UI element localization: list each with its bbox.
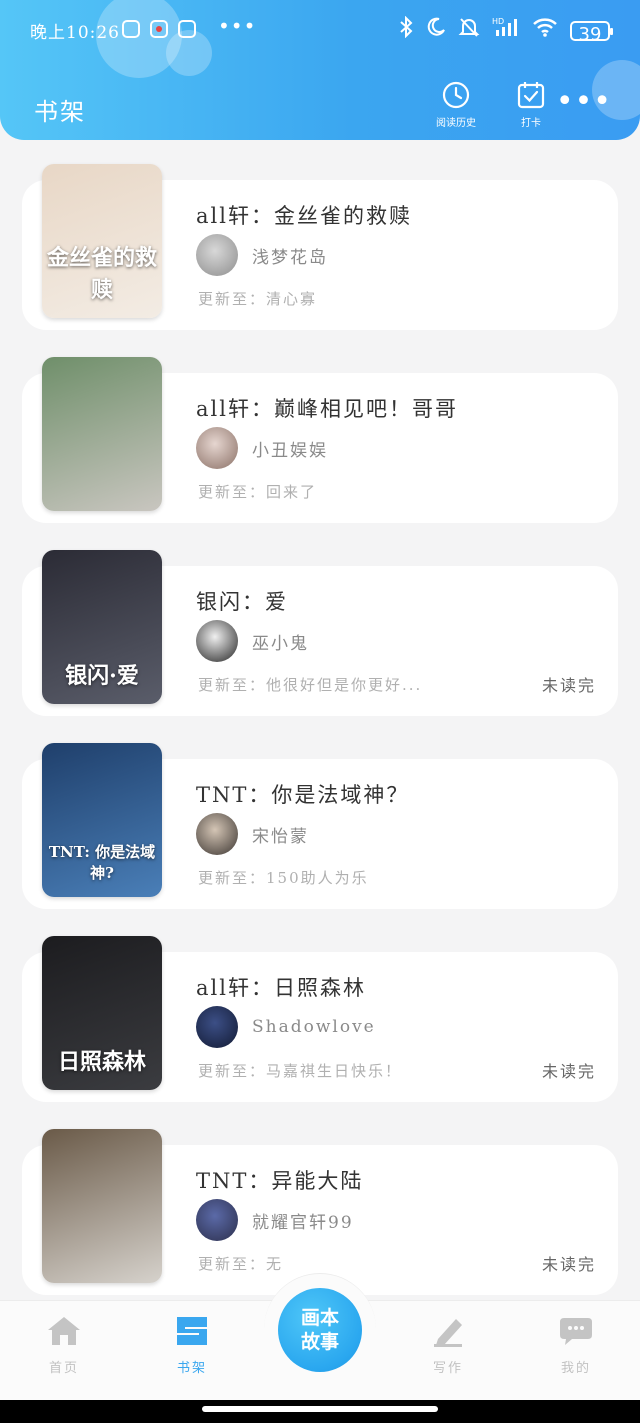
clock-icon [441,80,471,110]
status-bar: 晚上10:26 ••• HD 39 [0,0,640,62]
bottom-nav: 首页 书架 画本 故事 写作 我的 [0,1273,640,1400]
latest-chapter: 更新至：回来了 [198,483,318,501]
moon-icon [426,17,446,44]
wifi-icon [532,16,558,45]
check-in-label: 打卡 [521,118,541,129]
status-indicators: HD 39 [398,15,613,45]
book-title[interactable]: 银闪：爱 [196,586,288,616]
status-time: 晚上10:26 [30,23,120,43]
author-name[interactable]: Shadowlove [252,1017,376,1037]
book-cover-text: 银闪·爱 [65,663,139,689]
book-title[interactable]: all轩：金丝雀的救赎 [196,200,412,230]
author-avatar[interactable] [196,234,238,276]
author-row[interactable]: 宋怡蒙 [196,813,309,855]
svg-text:HD: HD [492,17,504,26]
status-app-icons [122,20,196,38]
draw-story-line1: 画本 [300,1307,339,1329]
book-title[interactable]: TNT：异能大陆 [196,1165,363,1195]
nav-label-me: 我的 [560,1361,591,1376]
author-row[interactable]: 就耀官轩99 [196,1199,354,1241]
check-in-button[interactable]: 打卡 [516,80,546,129]
book-card[interactable]: TNT: 你是法域神? TNT：你是法域神？ 宋怡蒙更新至：150助人为乐 [22,743,618,909]
nav-item-bookshelf[interactable]: 书架 [152,1315,232,1376]
page-title: 书架 [34,98,86,126]
signal-icon: HD [492,16,520,45]
book-title[interactable]: all轩：日照森林 [196,972,366,1002]
book-title[interactable]: all轩：巅峰相见吧！哥哥 [196,393,458,423]
author-avatar[interactable] [196,620,238,662]
notification-app-icon [178,20,196,38]
author-row[interactable]: Shadowlove [196,1006,376,1048]
author-avatar[interactable] [196,427,238,469]
book-cover[interactable] [42,1129,162,1283]
nav-label-write: 写作 [432,1361,463,1376]
author-name[interactable]: 宋怡蒙 [252,822,309,847]
author-name[interactable]: 小丑娱娱 [252,436,328,461]
home-indicator[interactable] [202,1406,438,1412]
reading-history-label: 阅读历史 [436,118,476,129]
unread-badge: 未读完 [541,676,596,695]
more-options-button[interactable]: ••• [556,87,612,117]
author-name[interactable]: 就耀官轩99 [252,1208,354,1233]
nav-item-home[interactable]: 首页 [24,1315,104,1376]
latest-chapter: 更新至：清心寡 [198,290,318,308]
unread-badge: 未读完 [541,1255,596,1274]
header: 晚上10:26 ••• HD 39 书架 阅读历史 打卡 ••• [0,0,640,140]
author-avatar[interactable] [196,1006,238,1048]
book-card[interactable]: all轩：巅峰相见吧！哥哥小丑娱娱更新至：回来了 [22,357,618,523]
nav-label-home: 首页 [48,1361,79,1376]
book-cover[interactable]: 金丝雀的救赎 [42,164,162,318]
status-more-icon: ••• [218,14,257,38]
nav-item-me[interactable]: 我的 [536,1315,616,1376]
author-row[interactable]: 浅梦花岛 [196,234,328,276]
bluetooth-icon [398,15,414,45]
notification-app-icon [122,20,140,38]
unread-badge: 未读完 [541,1062,596,1081]
bookshelf-icon [173,1315,211,1351]
book-cover-text: TNT: 你是法域神? [48,843,156,882]
author-avatar[interactable] [196,813,238,855]
book-cover-text [42,491,162,511]
calendar-check-icon [516,80,546,110]
chat-bubble-icon [558,1315,594,1351]
home-icon [46,1315,82,1351]
book-card[interactable]: 银闪·爱 银闪：爱巫小鬼更新至：他很好但是你更好... 未读完 [22,550,618,716]
pen-icon [430,1315,466,1351]
book-title[interactable]: TNT：你是法域神？ [196,779,409,809]
latest-chapter: 更新至：150助人为乐 [198,869,369,887]
book-cover-text: 金丝雀的救赎 [46,245,157,303]
author-row[interactable]: 巫小鬼 [196,620,309,662]
notification-app-icon [150,20,168,38]
nav-item-write[interactable]: 写作 [408,1315,488,1376]
draw-story-button[interactable]: 画本 故事 [278,1288,362,1372]
reading-history-button[interactable]: 阅读历史 [436,80,476,129]
book-cover-text [42,1263,162,1283]
author-name[interactable]: 巫小鬼 [252,629,309,654]
battery-icon: 39 [570,20,613,45]
latest-chapter: 更新至：马嘉祺生日快乐！ [198,1062,403,1080]
author-name[interactable]: 浅梦花岛 [252,243,328,268]
book-cover[interactable] [42,357,162,511]
book-card[interactable]: 金丝雀的救赎 all轩：金丝雀的救赎浅梦花岛更新至：清心寡 [22,164,618,330]
book-cover[interactable]: 日照森林 [42,936,162,1090]
author-avatar[interactable] [196,1199,238,1241]
book-cover[interactable]: TNT: 你是法域神? [42,743,162,897]
bookshelf-screen: 金丝雀的救赎 all轩：金丝雀的救赎浅梦花岛更新至：清心寡 all轩：巅峰相见吧！哥… [0,0,640,1423]
latest-chapter: 更新至：他很好但是你更好... [198,676,423,694]
draw-story-line2: 故事 [300,1331,339,1353]
author-row[interactable]: 小丑娱娱 [196,427,328,469]
latest-chapter: 更新至：无 [198,1255,284,1273]
center-button-wrap: 画本 故事 [264,1273,376,1385]
book-cover[interactable]: 银闪·爱 [42,550,162,704]
book-card[interactable]: 日照森林 all轩：日照森林 Shadowlove 更新至：马嘉祺生日快乐！ 未读完 [22,936,618,1102]
nav-label-bookshelf: 书架 [176,1361,207,1376]
mute-bell-icon [458,16,480,45]
book-cover-text: 日照森林 [57,1049,146,1075]
